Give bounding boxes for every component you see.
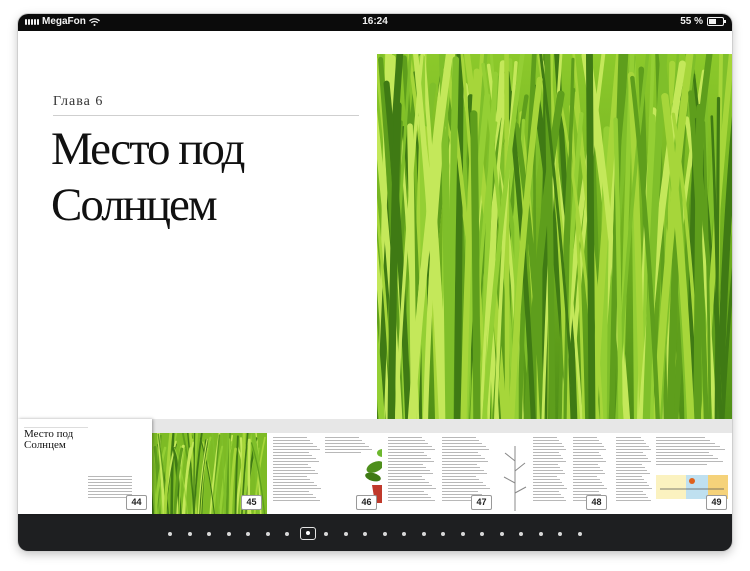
page-number-badge: 46 <box>356 495 377 510</box>
battery-group: 55 % <box>680 16 726 27</box>
grass-photo <box>377 54 732 437</box>
page-dot[interactable] <box>382 532 387 536</box>
clock: 16:24 <box>362 16 388 27</box>
page-thumbnail-strip[interactable]: Место под Солнцем 44 45 46 47 48 49 <box>18 419 732 514</box>
page-dot[interactable] <box>577 532 582 536</box>
ipad-screen: MegaFon 16:24 55 % Глава 6 Место под Сол… <box>18 14 732 551</box>
page-navigation-bar[interactable] <box>18 514 732 551</box>
page-dot[interactable] <box>460 532 465 536</box>
thumbnail-mini-title: Место под Солнцем <box>24 428 74 451</box>
battery-percent: 55 % <box>680 16 703 27</box>
page-dot[interactable] <box>246 532 250 536</box>
page-dot[interactable] <box>207 532 211 536</box>
battery-icon <box>707 17 726 26</box>
status-bar: MegaFon 16:24 55 % <box>18 14 732 31</box>
page-dot[interactable] <box>226 532 231 536</box>
page-number-badge: 45 <box>241 495 262 510</box>
page-dot[interactable] <box>285 532 289 536</box>
page-dot[interactable] <box>402 532 406 536</box>
thumbnail-page-44[interactable]: Место под Солнцем 44 <box>18 419 152 514</box>
thumbnail-page-45[interactable]: 45 <box>152 433 267 514</box>
page-number-badge: 48 <box>586 495 607 510</box>
page-dot[interactable] <box>265 532 270 536</box>
thumbnail-page-49[interactable]: 49 <box>612 433 732 514</box>
page-number-badge: 49 <box>706 495 727 510</box>
page-dot[interactable] <box>538 532 543 536</box>
page-dot[interactable] <box>168 532 172 536</box>
page-dot[interactable] <box>519 532 523 536</box>
page-dot[interactable] <box>480 532 484 536</box>
page-dot[interactable] <box>558 532 562 536</box>
page-dot[interactable] <box>324 532 328 536</box>
page-dot-current[interactable] <box>299 527 316 540</box>
page-dots[interactable] <box>18 514 732 551</box>
page-dot[interactable] <box>441 532 445 536</box>
page-dot[interactable] <box>363 532 367 536</box>
page-dot[interactable] <box>421 532 426 536</box>
book-page[interactable]: Глава 6 Место под Солнцем <box>18 31 732 437</box>
page-dot[interactable] <box>343 532 348 536</box>
thumbnail-page-47[interactable]: 47 <box>382 433 497 514</box>
chapter-title: Место под Солнцем <box>51 123 245 231</box>
page-dot[interactable] <box>499 532 504 536</box>
chapter-divider <box>53 115 359 116</box>
page-dot[interactable] <box>187 532 192 536</box>
page-number-badge: 47 <box>471 495 492 510</box>
thumbnail-page-46[interactable]: 46 <box>267 433 382 514</box>
thumbnail-page-48[interactable]: 48 <box>497 433 612 514</box>
plant-sketch-icon <box>503 446 527 511</box>
page-number-badge: 44 <box>126 495 147 510</box>
chapter-label: Глава 6 <box>53 94 104 109</box>
